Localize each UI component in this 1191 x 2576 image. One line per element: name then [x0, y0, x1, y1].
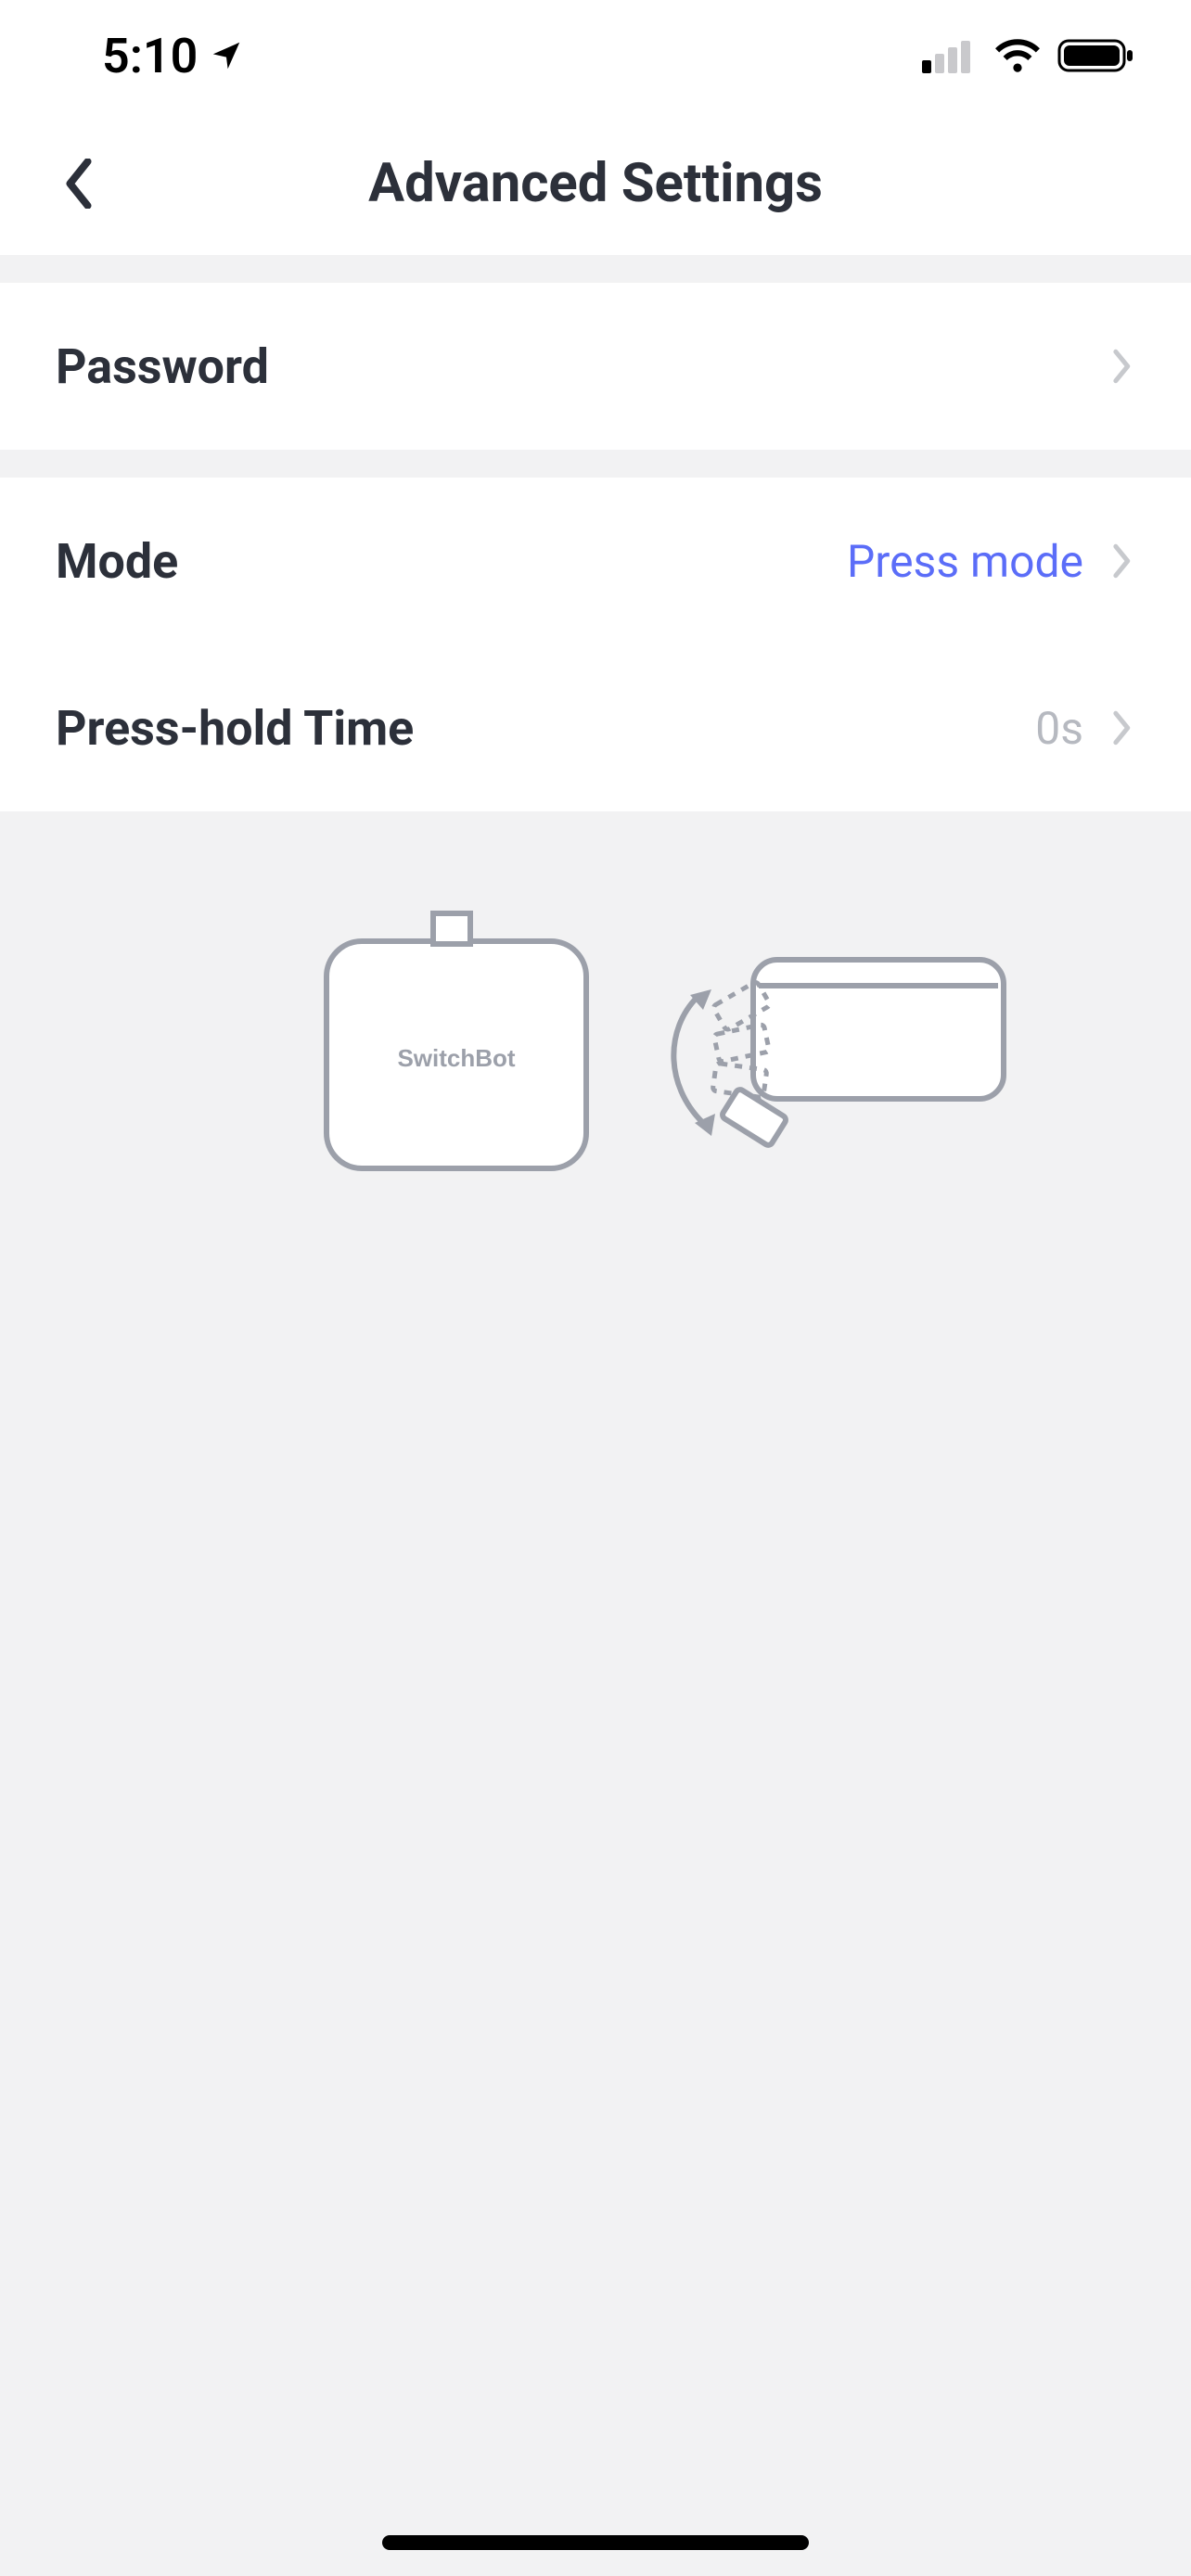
back-button[interactable]: [56, 160, 102, 207]
press-hold-time-row[interactable]: Press-hold Time 0s: [0, 644, 1191, 811]
device-label: SwitchBot: [397, 1044, 515, 1072]
status-left: 5:10: [102, 28, 244, 84]
section-gap: [0, 255, 1191, 283]
chevron-right-icon: [1109, 345, 1135, 388]
location-icon: [209, 38, 244, 73]
password-row[interactable]: Password: [0, 283, 1191, 450]
device-front-icon: SwitchBot: [327, 913, 586, 1168]
cellular-icon: [922, 38, 978, 73]
app-header: Advanced Settings: [0, 111, 1191, 255]
wifi-icon: [994, 38, 1041, 73]
mode-illustration: SwitchBot: [0, 811, 1191, 1182]
mode-label: Mode: [56, 533, 178, 590]
mode-row[interactable]: Mode Press mode: [0, 478, 1191, 644]
battery-icon: [1057, 37, 1135, 74]
password-label: Password: [56, 338, 269, 395]
status-time: 5:10: [102, 28, 198, 84]
page-title: Advanced Settings: [368, 152, 823, 215]
status-bar: 5:10: [0, 0, 1191, 111]
press-hold-time-label: Press-hold Time: [56, 700, 414, 757]
press-hold-time-value: 0s: [1035, 702, 1083, 755]
home-indicator: [382, 2535, 809, 2550]
device-side-icon: [673, 960, 1004, 1147]
section-gap: [0, 450, 1191, 478]
chevron-right-icon: [1109, 707, 1135, 749]
status-right: [922, 37, 1135, 74]
chevron-left-icon: [63, 159, 95, 209]
chevron-right-icon: [1109, 540, 1135, 582]
mode-value: Press mode: [847, 535, 1083, 588]
